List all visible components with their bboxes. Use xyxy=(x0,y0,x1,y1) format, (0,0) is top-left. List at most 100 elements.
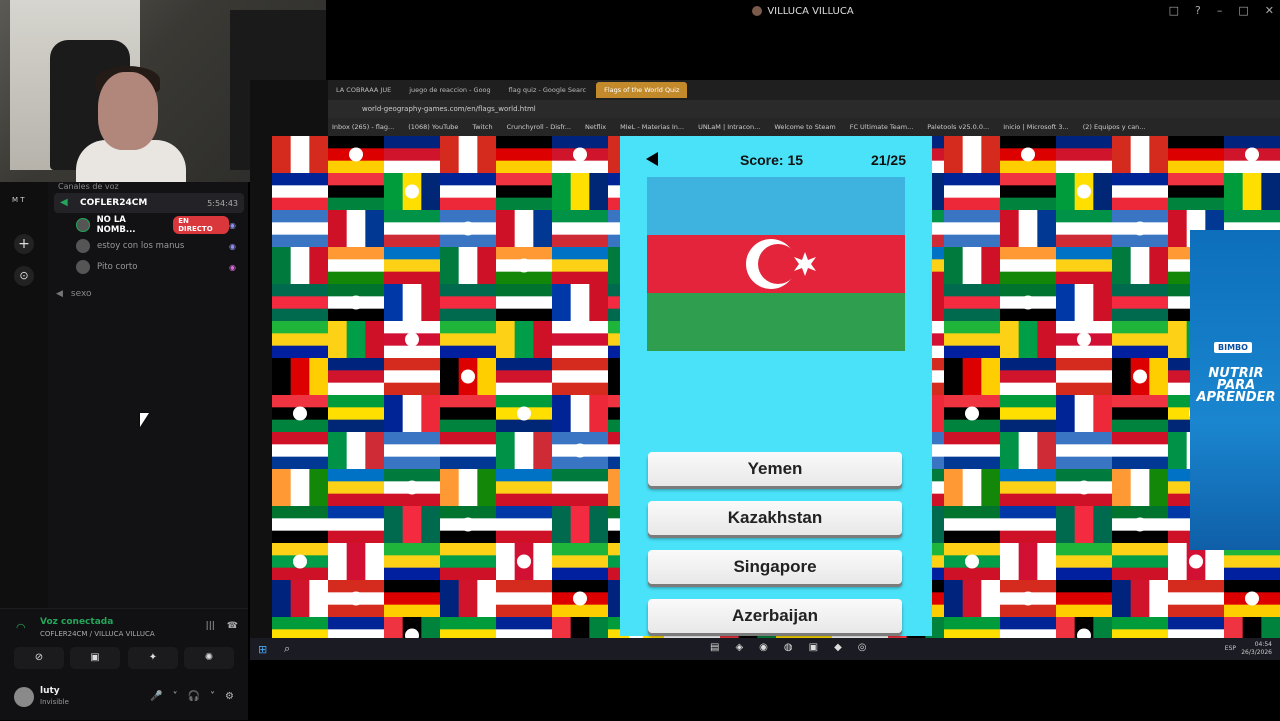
background-flag-stripe xyxy=(272,543,328,556)
windows-start-icon[interactable]: ⊞ xyxy=(258,643,267,656)
bookmark-item[interactable]: MIeL - Materias In... xyxy=(620,123,684,131)
background-flag-stripe xyxy=(1112,555,1168,569)
bookmark-item[interactable]: UNLaM | Intracon... xyxy=(698,123,760,131)
avatar[interactable] xyxy=(14,687,34,707)
close-button[interactable]: ✕ xyxy=(1265,4,1274,17)
activities-button[interactable]: ✦ xyxy=(128,647,178,669)
answer-button-kazakhstan[interactable]: Kazakhstan xyxy=(648,501,902,535)
background-flag-stripe xyxy=(552,284,572,321)
server-initials[interactable]: M T xyxy=(12,196,25,204)
background-flag-stripe xyxy=(272,580,292,617)
background-flag-stripe xyxy=(944,234,1000,248)
background-flag-stripe xyxy=(477,358,497,395)
background-flag-emblem xyxy=(349,147,363,162)
background-flag-stripe xyxy=(944,296,1000,310)
background-flag xyxy=(944,506,1000,544)
voice-user-row[interactable]: estoy con los manus ◉ xyxy=(76,237,236,255)
minimize-button[interactable]: – xyxy=(1217,4,1223,17)
background-flag xyxy=(552,580,608,618)
app-icon[interactable]: ◆ xyxy=(834,642,842,653)
background-flag-stripe xyxy=(552,506,572,543)
username[interactable]: luty xyxy=(40,686,60,696)
tab-reaccion[interactable]: juego de reaccion - Goog xyxy=(401,82,498,98)
voice-channel-sexo[interactable]: ◀ sexo xyxy=(56,289,92,299)
background-flag-stripe xyxy=(944,444,1000,458)
inbox-icon[interactable]: □ xyxy=(1169,4,1179,17)
search-icon[interactable]: ⌕ xyxy=(284,642,290,656)
chevron-down-icon[interactable]: ˅ xyxy=(173,691,178,702)
shield-icon[interactable]: ◈ xyxy=(735,642,743,653)
app-icon[interactable]: ▣ xyxy=(809,642,818,653)
url-bar[interactable]: world-geography-games.com/en/flags_world… xyxy=(328,100,1280,118)
bookmark-item[interactable]: Netflix xyxy=(585,123,606,131)
background-flag xyxy=(1112,173,1168,211)
background-flag xyxy=(1112,469,1169,506)
chrome-icon[interactable]: ◉ xyxy=(759,642,768,653)
bookmark-item[interactable]: Inicio | Microsoft 3... xyxy=(1003,123,1069,131)
clock-time: 04:54 xyxy=(1254,641,1272,648)
background-flag-stripe xyxy=(384,580,440,593)
gear-icon[interactable]: ⚙ xyxy=(225,691,234,702)
camera-off-button[interactable]: ⊘ xyxy=(14,647,64,669)
tab-cobra[interactable]: LA COBRAAA JUE xyxy=(328,82,399,98)
bookmark-item[interactable]: Inbox (265) - flag... xyxy=(332,123,394,131)
background-flag-stripe xyxy=(496,432,516,469)
bookmark-item[interactable]: Paletools v25.0.0... xyxy=(927,123,989,131)
voice-status[interactable]: Voz conectada xyxy=(40,617,113,627)
maximize-button[interactable]: □ xyxy=(1238,4,1248,17)
tab-flag-quiz-search[interactable]: flag quiz - Google Searc xyxy=(501,82,594,98)
voice-user-row[interactable]: NO LA NOMB... EN DIRECTO ◉ xyxy=(76,215,236,235)
background-flag-stripe xyxy=(552,481,608,495)
bookmark-item[interactable]: Twitch xyxy=(472,123,492,131)
add-server-button[interactable]: + xyxy=(14,234,34,254)
clock[interactable]: 04:54 26/3/2026 xyxy=(1241,641,1272,657)
soundboard-button[interactable]: ✺ xyxy=(184,647,234,669)
screen-share-button[interactable]: ▣ xyxy=(70,647,120,669)
background-flag xyxy=(328,543,385,580)
help-icon[interactable]: ? xyxy=(1195,4,1201,17)
bookmark-item[interactable]: FC Ultimate Team... xyxy=(850,123,914,131)
background-flag-stripe xyxy=(1000,358,1056,371)
background-flag-stripe xyxy=(272,210,328,223)
tab-flags-quiz[interactable]: Flags of the World Quiz xyxy=(596,82,688,98)
voice-user-row[interactable]: Pito corto ◉ xyxy=(76,258,236,276)
answer-button-azerbaijan[interactable]: Azerbaijan xyxy=(648,599,902,633)
background-flag xyxy=(272,543,328,581)
app-icon[interactable]: ◎ xyxy=(858,642,867,653)
headphones-icon[interactable]: 🎧 xyxy=(188,691,200,702)
voice-channel-active[interactable]: ◀ COFLER24CM 5:54:43 xyxy=(54,193,244,213)
background-flag-stripe xyxy=(272,222,328,236)
back-arrow-icon[interactable] xyxy=(646,152,658,166)
background-flag xyxy=(328,173,384,211)
noise-suppression-icon[interactable]: ||| xyxy=(206,621,215,631)
file-explorer-icon[interactable]: ▤ xyxy=(710,642,719,653)
background-flag-stripe xyxy=(1056,432,1112,445)
background-flag-stripe xyxy=(533,321,553,358)
bookmark-item[interactable]: (1068) YouTube xyxy=(408,123,458,131)
explore-servers-button[interactable]: ⊙ xyxy=(14,266,34,286)
background-flag-stripe xyxy=(1130,469,1150,506)
disconnect-icon[interactable]: ☎ xyxy=(227,621,238,631)
language-indicator[interactable]: ESP xyxy=(1225,645,1236,652)
background-flag-stripe xyxy=(1074,506,1094,543)
background-flag xyxy=(1056,543,1112,581)
background-flag-stripe xyxy=(1074,395,1094,432)
answer-button-singapore[interactable]: Singapore xyxy=(648,550,902,584)
background-flag-stripe xyxy=(1056,382,1112,396)
answer-button-yemen[interactable]: Yemen xyxy=(648,452,902,486)
background-flag-stripe xyxy=(1224,580,1280,593)
chevron-down-icon[interactable]: ˅ xyxy=(210,691,215,702)
background-flag-stripe xyxy=(1000,136,1056,149)
background-flag-stripe xyxy=(328,247,384,260)
background-flag-stripe xyxy=(328,160,384,174)
bookmark-item[interactable]: (2) Equipos y can... xyxy=(1083,123,1146,131)
background-flag xyxy=(944,580,1001,617)
discord-icon[interactable]: ◍ xyxy=(784,642,793,653)
microphone-icon[interactable]: 🎤 xyxy=(150,691,162,702)
background-flag-stripe xyxy=(272,197,328,211)
bookmark-item[interactable]: Welcome to Steam xyxy=(774,123,835,131)
background-flag xyxy=(944,321,1000,359)
background-flag xyxy=(272,321,328,359)
bookmark-item[interactable]: Crunchyroll - Disfr... xyxy=(507,123,571,131)
advertisement-banner[interactable]: BIMBO NUTRIR PARA APRENDER xyxy=(1190,230,1280,550)
